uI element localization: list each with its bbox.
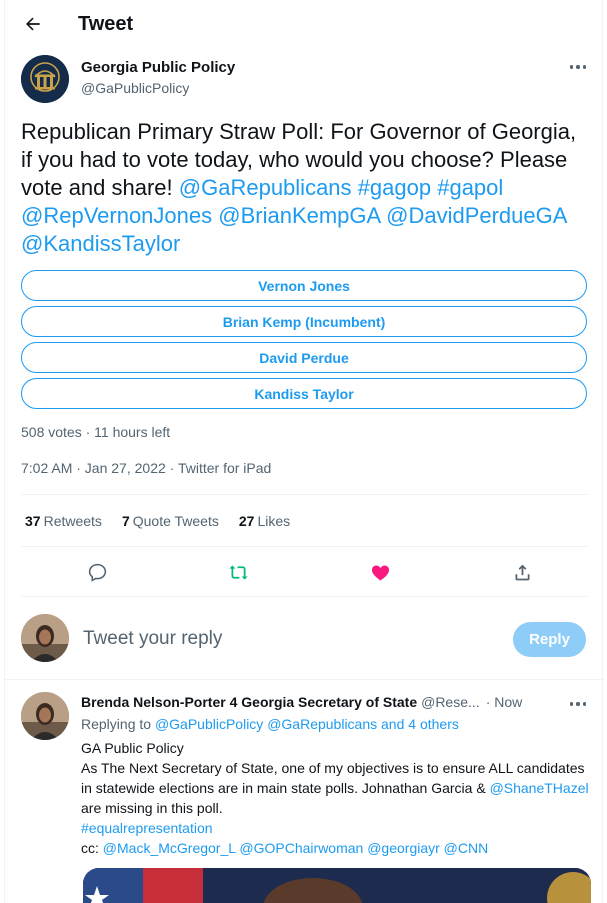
share-icon[interactable] [510,560,534,584]
tweet-text: Republican Primary Straw Poll: For Gover… [21,118,581,258]
mention-link[interactable]: @Mack_McGregor_L @GOPChairwoman @georgia… [103,840,488,856]
poll-option-brian-kemp[interactable]: Brian Kemp (Incumbent) [21,306,587,337]
reply-author-handle[interactable]: @Rese... [421,694,480,710]
divider [21,546,588,547]
current-user-avatar[interactable] [21,614,69,662]
quote-tweets-count: 7 [121,513,130,529]
divider [5,679,604,680]
retweets-label: Retweets [43,513,102,529]
poll-option-vernon-jones[interactable]: Vernon Jones [21,270,587,301]
replying-prefix: Replying to [81,716,155,732]
author-name[interactable]: Georgia Public Policy [81,59,235,76]
georgia-seal-icon [21,55,69,103]
author-avatar[interactable] [21,55,69,103]
quote-tweets-label: Quote Tweets [132,513,219,529]
heart-icon[interactable] [368,560,392,584]
reply-author-avatar[interactable] [21,692,69,740]
retweets-stat[interactable]: 37 Retweets [25,513,102,529]
replying-to: Replying to @GaPublicPolicy @GaRepublica… [81,716,459,732]
reply-header: Brenda Nelson-Porter 4 Georgia Secretary… [81,694,581,710]
reply-line: As The Next Secretary of State, one of m… [81,758,591,818]
page-title: Tweet [78,13,134,35]
mention-link[interactable]: @GaRepublicans [179,175,352,200]
hashtag-link[interactable]: #gagop [358,175,431,200]
poll-option-david-perdue[interactable]: David Perdue [21,342,587,373]
comment-icon[interactable] [85,560,109,584]
quote-tweets-stat[interactable]: 7 Quote Tweets [122,513,219,529]
action-bar [21,558,588,586]
poll-status: 508 votes · 11 hours left [21,424,171,440]
hashtag-link[interactable]: #equalrepresentation [81,818,591,838]
poll-option-kandiss-taylor[interactable]: Kandiss Taylor [21,378,587,409]
reply-time[interactable]: · Now [486,694,523,710]
mention-link[interactable]: @BrianKempGA [218,203,380,228]
retweets-count: 37 [25,513,41,529]
engagement-stats: 37 Retweets 7 Quote Tweets 27 Likes [25,513,290,529]
replying-to-link[interactable]: @GaPublicPolicy @GaRepublicans and 4 oth… [155,716,459,732]
reply-author-name[interactable]: Brenda Nelson-Porter 4 Georgia Secretary… [81,694,417,710]
more-options-icon[interactable] [568,60,588,74]
top-bar: Tweet [5,0,604,48]
arrow-left-icon[interactable] [21,12,45,36]
reply-text: GA Public Policy As The Next Secretary o… [81,738,591,858]
user-photo-icon [21,614,69,662]
author-handle[interactable]: @GaPublicPolicy [81,80,189,96]
mention-link[interactable]: @ShaneTHazel [490,780,589,796]
divider [21,596,588,597]
mention-link[interactable]: @RepVernonJones [21,203,212,228]
divider [21,494,588,495]
reply-line-text: are missing in this poll. [81,800,223,816]
more-options-icon[interactable] [568,697,588,711]
reply-button[interactable]: Reply [513,622,586,657]
mention-link[interactable]: @KandissTaylor [21,231,180,256]
reply-line: GA Public Policy [81,740,184,756]
user-photo-icon [21,692,69,740]
retweet-icon[interactable] [226,560,250,584]
hashtag-link[interactable]: #gapol [437,175,503,200]
likes-count: 27 [238,513,255,529]
likes-label: Likes [257,513,291,529]
likes-stat[interactable]: 27 Likes [239,513,290,529]
tweet-timestamp[interactable]: 7:02 AM · Jan 27, 2022 · Twitter for iPa… [21,460,271,476]
reply-media-image[interactable] [83,868,591,903]
cc-prefix: cc: [81,840,103,856]
reply-input[interactable]: Tweet your reply [83,628,222,650]
reply-line: cc: @Mack_McGregor_L @GOPChairwoman @geo… [81,838,591,858]
tweet-page: Tweet Georgia Public Policy @GaPublicPol… [4,0,604,903]
mention-link[interactable]: @DavidPerdueGA [386,203,566,228]
media-photo-icon [83,868,591,903]
